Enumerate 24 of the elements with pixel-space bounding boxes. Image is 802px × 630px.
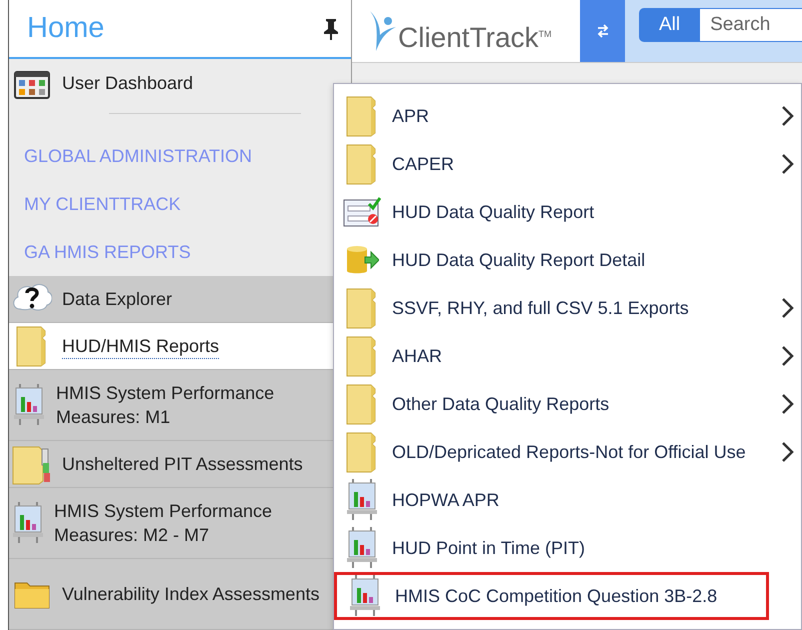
folder-icon xyxy=(346,287,378,329)
search-scope-button[interactable]: All xyxy=(639,8,700,42)
folder-icon xyxy=(346,431,378,473)
checklist-icon xyxy=(343,196,381,228)
swap-icon xyxy=(596,24,610,38)
folder-icon xyxy=(16,325,48,367)
chart-board-icon xyxy=(346,527,378,569)
chart-board-icon xyxy=(13,384,46,426)
trademark: TM xyxy=(538,29,552,39)
folder-icon xyxy=(346,143,378,185)
menu-item[interactable]: HMIS CoC Competition Question 3B-2.8 xyxy=(334,572,769,620)
search-field[interactable]: Search xyxy=(700,8,802,42)
switch-button[interactable] xyxy=(580,0,625,62)
chart-board-icon xyxy=(12,502,44,544)
database-icon xyxy=(345,245,379,275)
logo-text: ClientTrack xyxy=(398,22,539,54)
folder-icon xyxy=(346,383,378,425)
chart-board-icon xyxy=(349,575,381,617)
folder-icon xyxy=(346,95,378,137)
dashboard-icon xyxy=(14,71,50,100)
chart-board-icon xyxy=(346,479,378,521)
folder-icon xyxy=(346,335,378,377)
pin-icon[interactable] xyxy=(323,18,339,40)
sidebar-title: Home xyxy=(27,12,104,46)
